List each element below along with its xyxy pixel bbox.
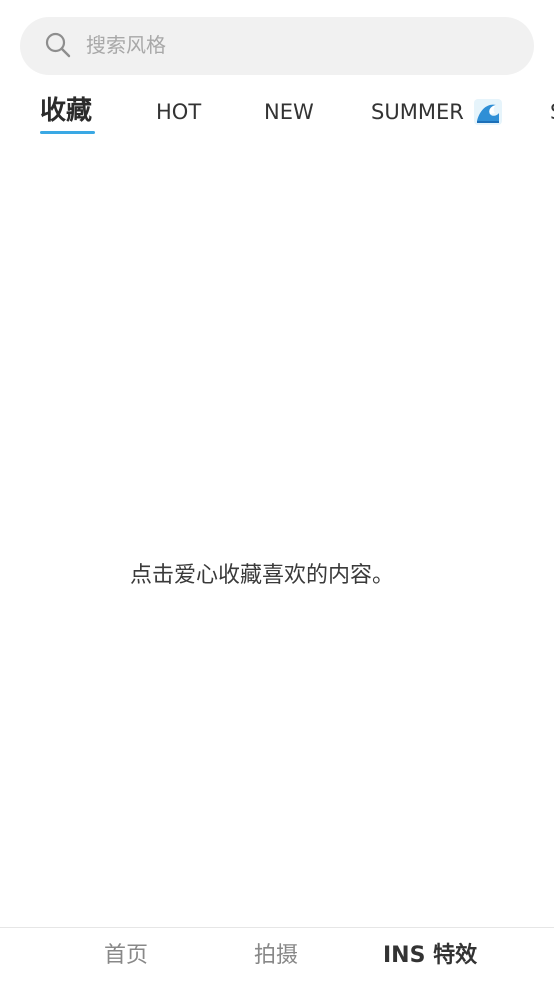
tab-favorites[interactable]: 收藏 <box>40 88 92 134</box>
bottom-navigation: 首页 拍摄 INS 特效 <box>0 927 554 984</box>
nav-camera[interactable]: 拍摄 <box>254 940 298 972</box>
nav-home[interactable]: 首页 <box>104 940 148 972</box>
tab-new[interactable]: NEW <box>264 89 314 135</box>
search-input[interactable]: 搜索风格 <box>86 31 166 59</box>
search-icon <box>45 32 71 58</box>
nav-ins-effects[interactable]: INS 特效 <box>383 940 477 972</box>
tab-hot[interactable]: HOT <box>156 89 201 135</box>
wave-icon <box>474 99 502 125</box>
tab-next-partial[interactable]: S <box>550 89 554 135</box>
empty-state-message: 点击爱心收藏喜欢的内容。 <box>130 563 395 588</box>
app-screen: 搜索风格 收藏 HOT NEW SUMMER S 点击爱心收藏喜欢的内容。 首页… <box>0 0 554 984</box>
tab-summer[interactable]: SUMMER <box>371 89 464 135</box>
active-tab-indicator <box>40 131 95 134</box>
